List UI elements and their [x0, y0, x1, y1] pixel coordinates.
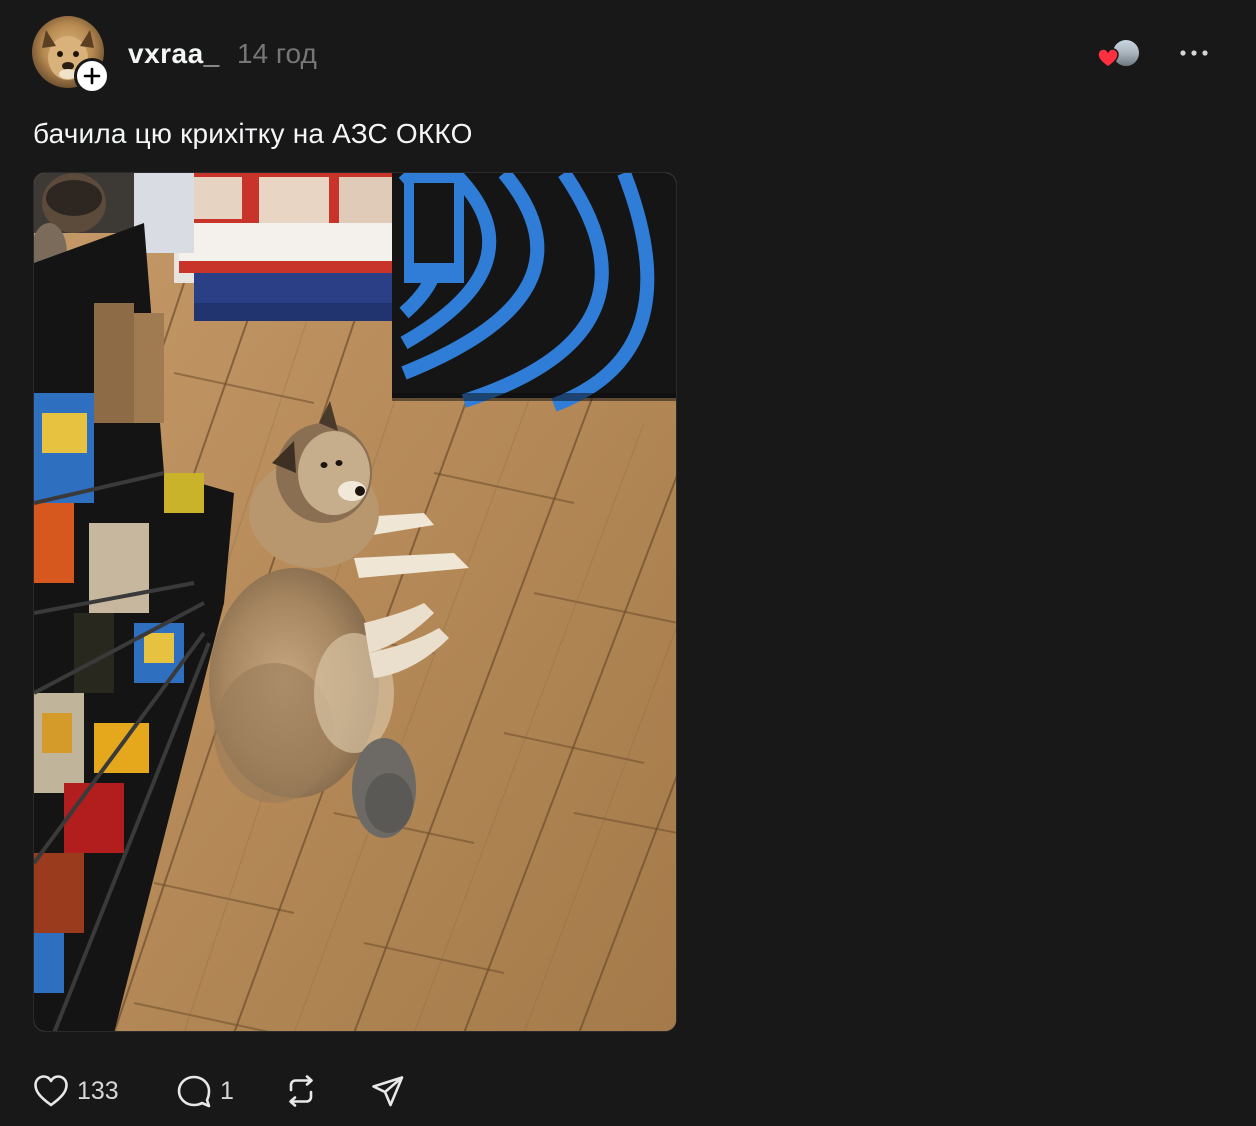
- likers-preview[interactable]: [1097, 36, 1147, 70]
- send-icon: [372, 1076, 404, 1107]
- like-button[interactable]: 133: [33, 1072, 119, 1110]
- heart-outline-icon: [34, 1075, 68, 1107]
- reply-button[interactable]: 1: [176, 1072, 234, 1110]
- follow-button[interactable]: [74, 58, 110, 94]
- like-count: 133: [77, 1076, 119, 1105]
- author-username[interactable]: vxraa_: [128, 38, 220, 70]
- reply-count: 1: [220, 1076, 234, 1105]
- share-button[interactable]: [370, 1072, 406, 1110]
- repost-icon: [289, 1075, 313, 1107]
- post-image[interactable]: [33, 172, 677, 1032]
- post-timestamp: 14 год: [237, 38, 317, 69]
- author-avatar[interactable]: [32, 16, 110, 94]
- plus-icon: [83, 67, 101, 85]
- post-caption: бачила цю крихітку на АЗС ОККО: [33, 118, 473, 149]
- more-icon: [1180, 50, 1208, 56]
- heart-icon: [1097, 48, 1119, 68]
- thread-post: vxraa_ 14 год бачила цю крихітку на АЗС …: [0, 0, 1256, 1126]
- more-options-button[interactable]: [1172, 38, 1216, 68]
- repost-button[interactable]: [283, 1072, 319, 1110]
- comment-icon: [177, 1075, 211, 1108]
